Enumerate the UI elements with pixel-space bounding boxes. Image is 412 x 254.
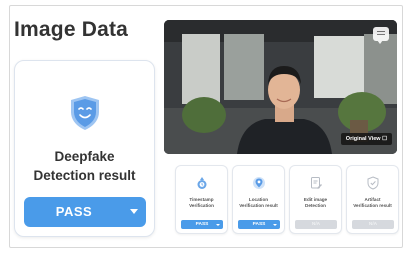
- check-label-line2: Verification result: [239, 203, 278, 208]
- chevron-down-icon: [130, 209, 138, 214]
- result-label-line1: Deepfake: [54, 149, 115, 164]
- chevron-down-icon: [273, 223, 277, 226]
- page-title: Image Data: [14, 18, 129, 41]
- check-label-line2: Verification: [189, 203, 214, 208]
- video-preview[interactable]: Original View ☐: [164, 20, 397, 154]
- timestamp-icon: [197, 177, 207, 189]
- deepfake-pass-label: PASS: [55, 204, 93, 219]
- location-pass-dropdown[interactable]: PASS: [238, 220, 280, 229]
- edit-image-detection-card: Edit image Detection N/A: [289, 165, 342, 234]
- chevron-down-icon: [216, 223, 220, 226]
- deepfake-result-card: Deepfake Detection result PASS: [14, 60, 155, 237]
- location-pin-icon: [253, 177, 265, 189]
- deepfake-pass-dropdown[interactable]: PASS: [24, 197, 146, 227]
- shield-mask-icon: [71, 96, 99, 130]
- original-view-button[interactable]: Original View ☐: [340, 133, 392, 145]
- check-status: N/A: [311, 222, 321, 227]
- artifact-status-button[interactable]: N/A: [352, 220, 394, 229]
- edit-document-icon: [311, 177, 322, 189]
- check-label-line2: Verification result: [353, 203, 392, 208]
- location-verification-card: Location Verification result PASS: [232, 165, 285, 234]
- timestamp-verification-card: Timestamp Verification PASS: [175, 165, 228, 234]
- edit-image-status-button[interactable]: N/A: [295, 220, 337, 229]
- chat-bubble-icon[interactable]: [373, 27, 389, 44]
- check-status: PASS: [195, 222, 209, 227]
- artifact-verification-card: Artifact Verification result N/A: [346, 165, 399, 234]
- check-label-line2: Detection: [305, 203, 326, 208]
- shield-check-icon: [367, 176, 379, 190]
- result-label-line2: Detection result: [33, 168, 136, 183]
- timestamp-pass-dropdown[interactable]: PASS: [181, 220, 223, 229]
- check-status: N/A: [368, 222, 378, 227]
- check-status: PASS: [252, 222, 266, 227]
